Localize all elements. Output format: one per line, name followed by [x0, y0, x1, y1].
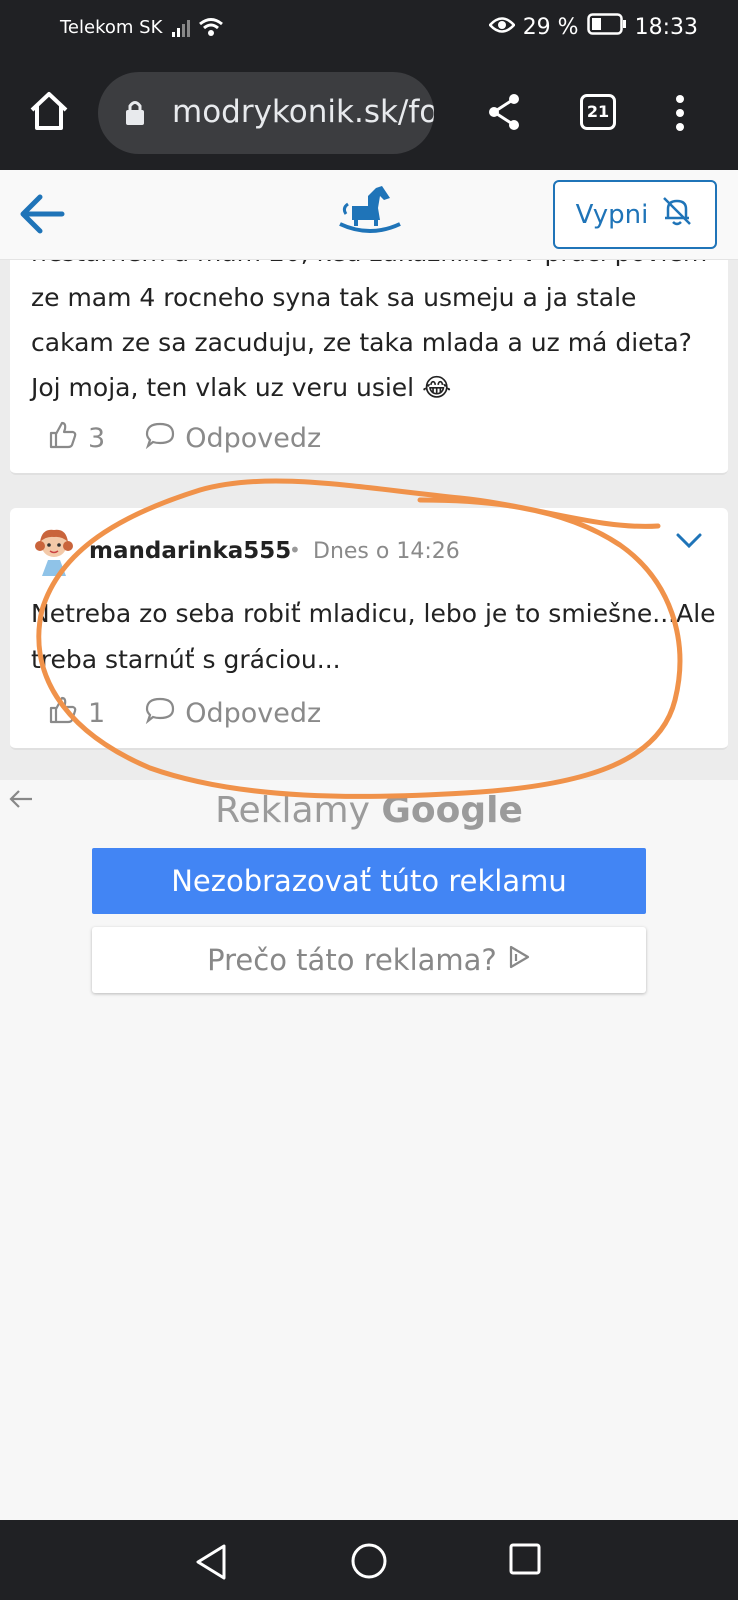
speech-bubble-icon	[145, 696, 175, 731]
ad-title: Reklamy Google	[0, 790, 738, 831]
thumbs-up-icon	[48, 695, 78, 732]
comment-actions: 1 Odpovedz	[48, 695, 361, 732]
signal-wifi-icon	[170, 16, 226, 44]
adchoices-icon	[507, 943, 531, 977]
mute-notifications-button[interactable]: Vypni	[553, 180, 717, 249]
app-header: Vypni	[0, 170, 738, 260]
reply-button[interactable]: Odpovedz	[145, 421, 321, 456]
comment-author[interactable]: mandarinka555	[89, 538, 291, 564]
lock-icon	[124, 99, 146, 131]
browser-toolbar: modrykonik.sk/fo 21	[0, 58, 738, 170]
google-logo-text: Google	[381, 790, 523, 831]
comment-card: mandarinka555 • Dnes o 14:26 Netreba zo …	[10, 508, 728, 750]
why-this-ad-button[interactable]: Prečo táto reklama?	[92, 927, 646, 993]
reply-label: Odpovedz	[185, 423, 322, 454]
avatar[interactable]	[32, 528, 76, 578]
share-icon[interactable]	[486, 92, 522, 136]
battery-percent: 29 %	[522, 14, 579, 40]
hide-ad-button[interactable]: Nezobrazovať túto reklamu	[92, 848, 646, 914]
meta-separator: •	[289, 538, 301, 562]
more-menu-icon[interactable]	[674, 94, 686, 136]
url-text: modrykonik.sk/fo	[172, 94, 434, 130]
ad-title-prefix: Reklamy	[215, 790, 370, 831]
battery-icon	[586, 13, 627, 41]
why-this-ad-label: Prečo táto reklama?	[207, 943, 497, 977]
comment-text: Netreba zo seba robiť mladicu, lebo je t…	[31, 599, 716, 674]
comment-actions: 3 Odpovedz	[48, 420, 361, 457]
like-button[interactable]: 1	[48, 695, 105, 732]
rocking-horse-logo-icon[interactable]	[338, 184, 402, 242]
status-bar: Telekom SK 29 % 18:33	[0, 0, 738, 58]
tab-switcher-button[interactable]: 21	[580, 94, 616, 130]
carrier-name: Telekom SK	[60, 17, 163, 38]
like-button[interactable]: 3	[48, 420, 105, 457]
chevron-down-icon[interactable]	[675, 532, 703, 554]
like-count: 3	[88, 423, 106, 454]
bell-off-icon	[660, 194, 694, 235]
clock: 18:33	[634, 14, 698, 40]
mute-button-label: Vypni	[575, 199, 649, 230]
reply-label: Odpovedz	[185, 698, 322, 729]
home-icon[interactable]	[26, 88, 72, 134]
comment-list: nestarnem a mam 20, ked zakaznikovi v pr…	[0, 170, 738, 780]
thumbs-up-icon	[48, 420, 78, 457]
nav-recents-icon[interactable]	[508, 1542, 542, 1580]
comment-date: Dnes o 14:26	[313, 539, 460, 564]
back-arrow-icon[interactable]	[18, 192, 66, 240]
speech-bubble-icon	[145, 421, 175, 456]
eye-icon	[487, 15, 516, 40]
address-bar[interactable]: modrykonik.sk/fo	[98, 72, 434, 154]
nav-back-icon[interactable]	[194, 1542, 230, 1586]
nav-home-icon[interactable]	[350, 1542, 388, 1584]
system-navigation-bar	[0, 1520, 738, 1600]
ad-feedback-panel: Reklamy Google Nezobrazovať túto reklamu…	[0, 780, 738, 1520]
reply-button[interactable]: Odpovedz	[145, 696, 321, 731]
like-count: 1	[88, 698, 106, 729]
